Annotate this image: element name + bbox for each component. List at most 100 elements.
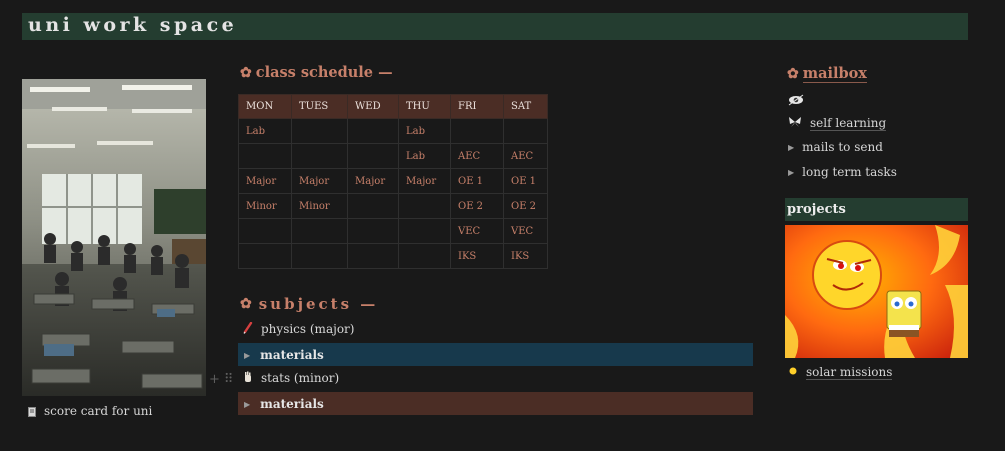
table-cell[interactable]	[291, 218, 348, 244]
table-cell[interactable]: IKS	[450, 243, 504, 269]
projects-heading[interactable]: projects	[785, 198, 968, 221]
table-cell[interactable]: Major	[347, 168, 399, 194]
table-cell[interactable]	[291, 143, 348, 169]
column-header[interactable]: MON	[238, 94, 292, 119]
table-row: VEC VEC	[238, 218, 548, 244]
table-cell[interactable]: VEC	[450, 218, 504, 244]
table-cell[interactable]	[347, 193, 399, 219]
mailbox-self-learning[interactable]: self learning	[788, 113, 887, 133]
table-cell[interactable]: Minor	[238, 193, 292, 219]
stats-materials-toggle[interactable]: ▶ materials	[238, 392, 753, 415]
table-cell[interactable]: OE 1	[450, 168, 504, 194]
table-cell[interactable]: OE 2	[450, 193, 504, 219]
table-cell[interactable]	[291, 243, 348, 269]
table-cell[interactable]: OE 1	[503, 168, 548, 194]
table-row: IKS IKS	[238, 243, 548, 269]
mailbox-item-label: mails to send	[802, 140, 883, 154]
table-cell[interactable]	[238, 218, 292, 244]
mailbox-eye-item[interactable]	[788, 91, 804, 111]
table-cell[interactable]	[347, 243, 399, 269]
mailbox-mails-to-send[interactable]: ▶ mails to send	[788, 137, 883, 157]
project-item-label: solar missions	[806, 364, 893, 380]
subject-physics[interactable]: physics (major)	[243, 319, 354, 339]
mailbox-item-label: long term tasks	[802, 165, 897, 179]
subject-label: stats (minor)	[261, 371, 340, 385]
table-cell[interactable]	[238, 243, 292, 269]
toggle-label: materials	[260, 396, 324, 411]
document-icon	[28, 406, 36, 417]
toggle-triangle-icon[interactable]: ▶	[244, 399, 250, 409]
drag-handle-icon[interactable]: ⠿	[224, 372, 234, 387]
block-handle[interactable]: + ⠿	[209, 372, 233, 387]
table-cell[interactable]	[503, 118, 548, 144]
table-cell[interactable]: OE 2	[503, 193, 548, 219]
table-cell[interactable]: VEC	[503, 218, 548, 244]
table-cell[interactable]	[347, 143, 399, 169]
mailbox-item-label: self learning	[810, 115, 887, 131]
table-row: Minor Minor OE 2 OE 2	[238, 193, 548, 219]
score-card-label: score card for uni	[44, 404, 153, 418]
table-cell[interactable]: Lab	[398, 143, 451, 169]
butterfly-icon	[788, 116, 802, 131]
projects-title: projects	[787, 202, 846, 217]
flower-icon: ✿	[240, 296, 255, 312]
table-cell[interactable]	[398, 243, 451, 269]
table-cell[interactable]: Major	[238, 168, 292, 194]
column-header[interactable]: THU	[398, 94, 451, 119]
pen-icon	[243, 321, 253, 337]
classroom-illustration	[22, 79, 206, 396]
classroom-cover-image[interactable]	[22, 79, 206, 396]
table-cell[interactable]: Lab	[238, 118, 292, 144]
class-schedule-heading[interactable]: ✿ class schedule —	[240, 64, 393, 81]
table-cell[interactable]	[347, 218, 399, 244]
flower-icon: ✿	[787, 66, 799, 82]
column-header[interactable]: FRI	[450, 94, 504, 119]
table-row: Major Major Major Major OE 1 OE 1	[238, 168, 548, 194]
column-header[interactable]: WED	[347, 94, 399, 119]
score-card-link[interactable]: score card for uni	[28, 401, 152, 421]
subject-label: physics (major)	[261, 322, 355, 336]
class-schedule-title: class schedule —	[255, 64, 393, 81]
subject-stats[interactable]: stats (minor)	[243, 368, 339, 388]
page-header-bar: uni work space	[22, 13, 968, 40]
toggle-triangle-icon[interactable]: ▶	[788, 168, 794, 177]
table-cell[interactable]	[238, 143, 292, 169]
table-cell[interactable]	[347, 118, 399, 144]
column-header[interactable]: SAT	[503, 94, 548, 119]
toggle-triangle-icon[interactable]: ▶	[788, 143, 794, 152]
subjects-title: subjects —	[258, 295, 379, 313]
table-cell[interactable]	[450, 118, 504, 144]
class-schedule-table: MON TUES WED THU FRI SAT Lab Lab Lab AEC…	[238, 94, 548, 269]
sun-dot-icon	[788, 365, 798, 379]
table-header-row: MON TUES WED THU FRI SAT	[238, 94, 548, 119]
table-cell[interactable]	[291, 118, 348, 144]
column-header[interactable]: TUES	[291, 94, 348, 119]
physics-materials-toggle[interactable]: ▶ materials	[238, 343, 753, 366]
eye-icon	[788, 94, 804, 109]
flower-icon: ✿	[240, 64, 252, 81]
table-row: Lab Lab	[238, 118, 548, 144]
mailbox-title: mailbox	[802, 65, 867, 83]
table-cell[interactable]: IKS	[503, 243, 548, 269]
notion-page: uni work space score card for uni ✿ clas…	[0, 0, 1005, 451]
hand-icon	[243, 371, 253, 386]
mailbox-long-term-tasks[interactable]: ▶ long term tasks	[788, 162, 897, 182]
table-cell[interactable]: Minor	[291, 193, 348, 219]
table-cell[interactable]	[398, 193, 451, 219]
table-row: Lab AEC AEC	[238, 143, 548, 169]
page-title[interactable]: uni work space	[28, 14, 237, 36]
add-block-icon[interactable]: +	[209, 372, 220, 387]
toggle-triangle-icon[interactable]: ▶	[244, 350, 250, 360]
table-cell[interactable]	[398, 218, 451, 244]
table-cell[interactable]: AEC	[450, 143, 504, 169]
table-cell[interactable]: Major	[398, 168, 451, 194]
toggle-label: materials	[260, 347, 324, 362]
spongebob-sun-image[interactable]	[785, 225, 968, 358]
subjects-heading[interactable]: ✿ subjects —	[240, 295, 378, 313]
table-cell[interactable]: Major	[291, 168, 348, 194]
table-cell[interactable]: Lab	[398, 118, 451, 144]
fire-sun-illustration	[785, 225, 968, 358]
project-solar-missions[interactable]: solar missions	[788, 362, 893, 382]
mailbox-heading[interactable]: ✿ mailbox	[787, 65, 867, 83]
table-cell[interactable]: AEC	[503, 143, 548, 169]
